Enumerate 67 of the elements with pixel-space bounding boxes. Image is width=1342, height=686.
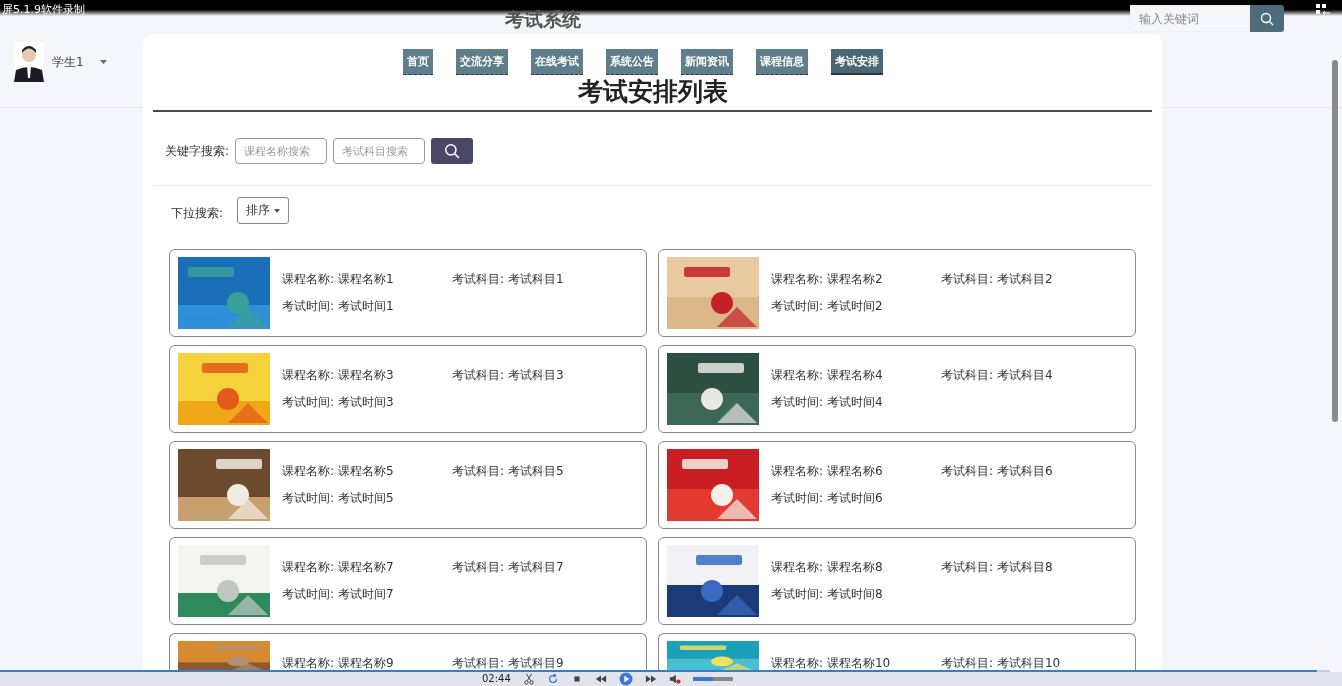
exam-subject: 考试科目: 考试科目8 <box>941 559 1053 576</box>
playback-time: 02:44 <box>482 672 511 686</box>
course-name: 课程名称: 课程名称9 <box>282 655 395 672</box>
caret-icon[interactable] <box>99 60 107 64</box>
nav-tab[interactable]: 考试安排 <box>830 49 883 75</box>
play-button[interactable] <box>618 672 633 686</box>
scrollbar[interactable] <box>1332 60 1338 422</box>
exam-time: 考试时间: 考试时间1 <box>282 298 395 315</box>
exam-card[interactable]: 课程名称: 课程名称8 考试科目: 考试科目8 考试时间: 考试时间8 <box>658 537 1136 625</box>
site-title: 考试系统 <box>505 8 581 30</box>
nav-tab[interactable]: 新闻资讯 <box>680 49 733 75</box>
volume-slider[interactable] <box>692 677 713 681</box>
exam-subject: 考试科目: 考试科目2 <box>941 271 1053 288</box>
volume-icon[interactable] <box>668 673 681 685</box>
exam-subject: 考试科目: 考试科目4 <box>941 367 1053 384</box>
exam-card[interactable]: 课程名称: 课程名称6 考试科目: 考试科目6 考试时间: 考试时间6 <box>658 441 1136 529</box>
nav-tab[interactable]: 交流分享 <box>455 49 508 75</box>
course-name: 课程名称: 课程名称6 <box>771 463 884 480</box>
exam-time: 考试时间: 考试时间3 <box>282 394 395 411</box>
search-icon <box>444 143 461 159</box>
course-name: 课程名称: 课程名称3 <box>282 367 395 384</box>
nav-tab[interactable]: 首页 <box>402 49 433 75</box>
exam-card[interactable]: 课程名称: 课程名称7 考试科目: 考试科目7 考试时间: 考试时间7 <box>169 537 647 625</box>
exam-subject: 考试科目: 考试科目1 <box>452 271 564 288</box>
scissors-icon[interactable] <box>522 673 535 685</box>
page-title: 考试安排列表 <box>577 77 728 106</box>
exam-subject: 考试科目: 考试科目6 <box>941 463 1053 480</box>
exam-card[interactable]: 课程名称: 课程名称4 考试科目: 考试科目4 考试时间: 考试时间4 <box>658 345 1136 433</box>
course-name: 课程名称: 课程名称7 <box>282 559 395 576</box>
user-name[interactable]: 学生1 <box>52 53 84 71</box>
course-name: 课程名称: 课程名称4 <box>771 367 884 384</box>
course-name: 课程名称: 课程名称8 <box>771 559 884 576</box>
course-name: 课程名称: 课程名称2 <box>771 271 884 288</box>
dropdown-search-label: 下拉搜索: <box>171 205 224 222</box>
exam-time: 考试时间: 考试时间7 <box>282 586 395 603</box>
search-button[interactable] <box>431 138 474 164</box>
nav-tab[interactable]: 系统公告 <box>605 49 658 75</box>
exam-card[interactable]: 课程名称: 课程名称5 考试科目: 考试科目5 考试时间: 考试时间5 <box>169 441 647 529</box>
exam-time: 考试时间: 考试时间2 <box>771 298 884 315</box>
grid-icon[interactable] <box>1316 4 1330 16</box>
exam-card[interactable]: 课程名称: 课程名称2 考试科目: 考试科目2 考试时间: 考试时间2 <box>658 249 1136 337</box>
keyword-search-label: 关键字搜索: <box>165 142 230 160</box>
recorder-title: 屏5.1.9软件录制 <box>2 2 85 17</box>
exam-card[interactable]: 课程名称: 课程名称3 考试科目: 考试科目3 考试时间: 考试时间3 <box>169 345 647 433</box>
exam-subject: 考试科目: 考试科目3 <box>452 367 564 384</box>
search-field[interactable]: 课程名称搜索 <box>235 138 328 164</box>
search-button[interactable] <box>1250 5 1284 32</box>
sort-dropdown[interactable]: 排序 <box>237 197 290 224</box>
exam-time: 考试时间: 考试时间5 <box>282 490 395 507</box>
nav-tab[interactable]: 在线考试 <box>530 49 583 75</box>
exam-subject: 考试科目: 考试科目7 <box>452 559 564 576</box>
exam-subject: 考试科目: 考试科目5 <box>452 463 564 480</box>
nav-tab[interactable]: 课程信息 <box>755 49 808 75</box>
exam-card[interactable]: 课程名称: 课程名称1 考试科目: 考试科目1 考试时间: 考试时间1 <box>169 249 647 337</box>
exam-time: 考试时间: 考试时间4 <box>771 394 884 411</box>
search-field[interactable]: 考试科目搜索 <box>333 138 426 164</box>
course-name: 课程名称: 课程名称10 <box>771 655 892 672</box>
refresh-icon[interactable] <box>546 673 559 685</box>
search-icon <box>1260 11 1274 26</box>
course-name: 课程名称: 课程名称5 <box>282 463 395 480</box>
exam-subject: 考试科目: 考试科目10 <box>941 655 1061 672</box>
exam-time: 考试时间: 考试时间8 <box>771 586 884 603</box>
exam-subject: 考试科目: 考试科目9 <box>452 655 564 672</box>
course-name: 课程名称: 课程名称1 <box>282 271 395 288</box>
caret-icon <box>274 208 281 213</box>
avatar[interactable] <box>14 42 44 82</box>
exam-time: 考试时间: 考试时间6 <box>771 490 884 507</box>
